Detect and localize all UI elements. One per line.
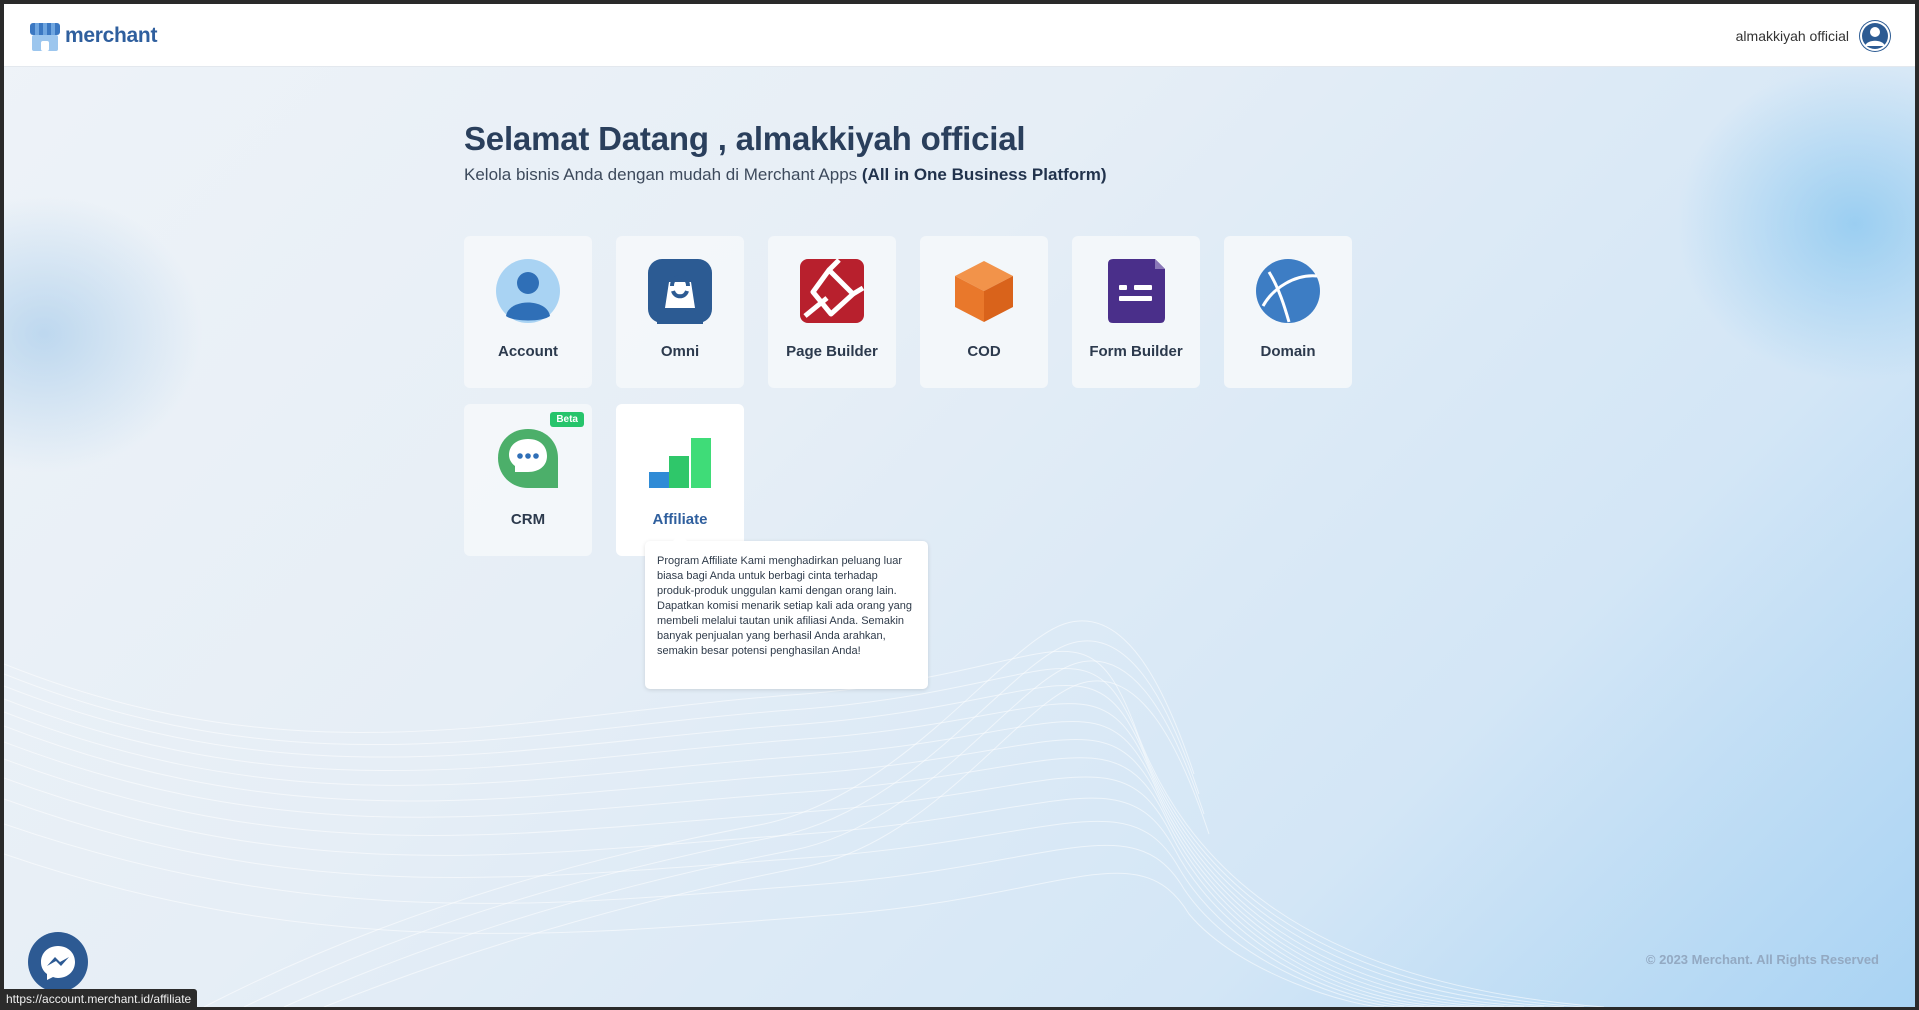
box-icon bbox=[955, 261, 1013, 322]
app-card-label: COD bbox=[967, 343, 1001, 360]
app-window: merchant almakkiyah official Selamat Dat… bbox=[4, 4, 1915, 1007]
chat-icon bbox=[498, 429, 558, 488]
app-card-label: CRM bbox=[510, 511, 546, 528]
welcome-subtitle-text: Kelola bisnis Anda dengan mudah di Merch… bbox=[464, 165, 862, 184]
page-builder-icon bbox=[800, 258, 865, 323]
app-card-label: Account bbox=[498, 343, 558, 360]
welcome-section: Selamat Datang , almakkiyah official Kel… bbox=[464, 120, 1107, 185]
status-bar-url: https://account.merchant.id/affiliate bbox=[0, 989, 198, 1010]
globe-icon bbox=[1256, 259, 1320, 323]
background-wave-decoration bbox=[4, 620, 1605, 1007]
tooltip-text: Program Affiliate Kami menghadirkan pelu… bbox=[657, 555, 912, 657]
form-icon bbox=[1108, 259, 1165, 323]
app-card-form-builder[interactable]: Form Builder bbox=[1072, 236, 1200, 388]
store-icon bbox=[30, 23, 60, 51]
app-card-label: Omni bbox=[660, 343, 700, 360]
app-card-account[interactable]: Account bbox=[464, 236, 592, 388]
messenger-icon bbox=[41, 946, 75, 980]
welcome-title: Selamat Datang , almakkiyah official bbox=[464, 120, 1026, 157]
user-menu[interactable]: almakkiyah official bbox=[1736, 20, 1891, 52]
background-glow-right bbox=[1675, 64, 1915, 384]
app-card-cod[interactable]: COD bbox=[920, 236, 1048, 388]
app-card-label: Form Builder bbox=[1089, 343, 1183, 360]
user-avatar-icon[interactable] bbox=[1859, 20, 1891, 52]
account-icon bbox=[496, 259, 560, 323]
app-card-domain[interactable]: Domain bbox=[1224, 236, 1352, 388]
app-card-label: Affiliate bbox=[652, 511, 708, 528]
app-card-crm[interactable]: Beta CRM bbox=[464, 404, 592, 556]
app-card-omni[interactable]: Omni bbox=[616, 236, 744, 388]
welcome-subtitle-bold: (All in One Business Platform) bbox=[861, 165, 1107, 184]
top-navigation-bar: merchant almakkiyah official bbox=[4, 4, 1915, 67]
messenger-chat-button[interactable] bbox=[28, 932, 88, 992]
bar-chart-icon bbox=[649, 438, 711, 488]
merchant-logo[interactable]: merchant bbox=[28, 18, 157, 54]
brand-name: merchant bbox=[65, 24, 158, 47]
app-card-page-builder[interactable]: Page Builder bbox=[768, 236, 896, 388]
welcome-subtitle: Kelola bisnis Anda dengan mudah di Merch… bbox=[464, 165, 1107, 185]
user-name: almakkiyah official bbox=[1735, 28, 1849, 44]
copyright-text: © 2023 Merchant. All Rights Reserved bbox=[1645, 952, 1879, 967]
beta-badge: Beta bbox=[550, 412, 584, 427]
shopping-bag-icon bbox=[648, 259, 712, 324]
app-card-label: Page Builder bbox=[786, 343, 878, 360]
app-card-label: Domain bbox=[1260, 343, 1316, 360]
background-glow-left bbox=[4, 194, 204, 474]
affiliate-tooltip: Program Affiliate Kami menghadirkan pelu… bbox=[645, 534, 928, 689]
